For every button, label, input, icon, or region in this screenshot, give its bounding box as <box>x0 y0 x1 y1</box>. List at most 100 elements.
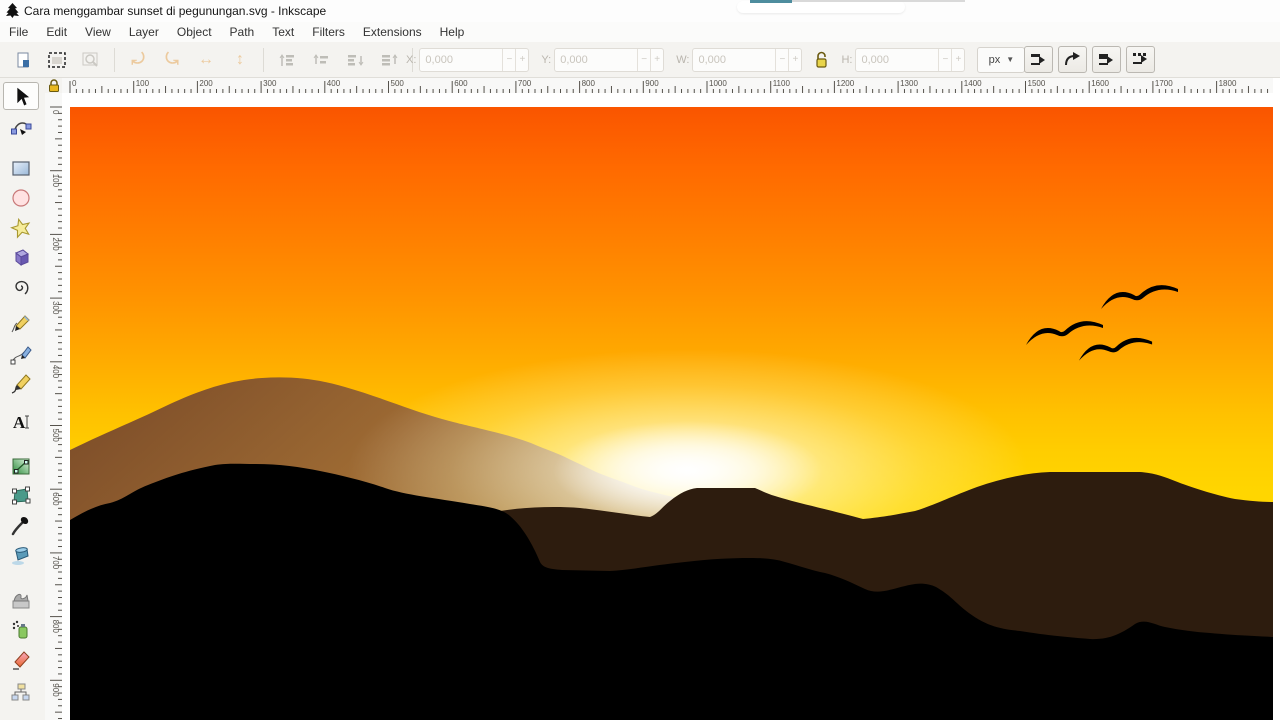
menu-object[interactable]: Object <box>168 23 221 41</box>
rotate-cw-button[interactable]: ⤿ <box>159 47 185 73</box>
svg-text:200: 200 <box>51 237 60 251</box>
svg-text:1800: 1800 <box>1219 79 1237 88</box>
video-progress-bar <box>750 0 792 3</box>
w-input[interactable]: 0,000 − + <box>692 48 802 72</box>
y-minus-button[interactable]: − <box>637 49 650 71</box>
menu-text[interactable]: Text <box>263 23 303 41</box>
menu-extensions[interactable]: Extensions <box>354 23 431 41</box>
h-field-group: H: 0,000 − + <box>841 48 965 72</box>
tool-dropper[interactable] <box>3 512 39 540</box>
menu-edit[interactable]: Edit <box>37 23 76 41</box>
x-plus-button[interactable]: + <box>515 49 528 71</box>
horizontal-ruler[interactable]: 0100200300400500600700800900100011001200… <box>62 78 1273 93</box>
tool-connector[interactable] <box>3 678 39 706</box>
move-patterns-toggle[interactable] <box>1126 46 1155 73</box>
lower-button[interactable] <box>342 47 368 73</box>
zoom-drawing-button[interactable] <box>78 47 104 73</box>
canvas-area[interactable] <box>62 93 1280 720</box>
raise-button[interactable] <box>308 47 334 73</box>
tool-selector[interactable] <box>3 82 39 110</box>
tool-ellipse[interactable] <box>3 184 39 212</box>
scale-stroke-toggle[interactable] <box>1024 46 1053 73</box>
menu-filters[interactable]: Filters <box>303 23 354 41</box>
tool-calligraphy[interactable] <box>3 370 39 398</box>
svg-text:100: 100 <box>136 79 150 88</box>
new-document-button[interactable] <box>10 47 36 73</box>
menu-file[interactable]: File <box>0 23 37 41</box>
tool-text[interactable]: A <box>3 408 39 436</box>
tool-bezier-pen[interactable] <box>3 341 39 369</box>
tool-eraser[interactable] <box>3 646 39 674</box>
y-label: Y: <box>541 54 551 66</box>
svg-text:1700: 1700 <box>1155 79 1173 88</box>
w-minus-button[interactable]: − <box>775 49 788 71</box>
video-progress-track <box>792 0 965 2</box>
flip-horizontal-button[interactable]: ↔ <box>193 47 219 73</box>
svg-text:700: 700 <box>51 556 60 570</box>
h-input[interactable]: 0,000 − + <box>855 48 965 72</box>
y-input[interactable]: 0,000 − + <box>554 48 664 72</box>
x-field-group: X: 0,000 − + <box>406 48 529 72</box>
svg-text:1400: 1400 <box>964 79 982 88</box>
tool-spray[interactable] <box>3 616 39 644</box>
vertical-ruler[interactable]: 0100200300400500600700800900 <box>45 93 62 720</box>
tool-box-3d[interactable] <box>3 243 39 271</box>
lock-guides-button[interactable] <box>45 78 62 93</box>
toolbar-separator <box>263 48 264 72</box>
move-gradients-toggle[interactable] <box>1092 46 1121 73</box>
lower-to-bottom-button[interactable] <box>376 47 402 73</box>
lock-ratio-button[interactable] <box>814 51 829 68</box>
w-plus-button[interactable]: + <box>788 49 801 71</box>
svg-text:500: 500 <box>51 429 60 443</box>
svg-text:500: 500 <box>391 79 405 88</box>
y-plus-button[interactable]: + <box>650 49 663 71</box>
svg-text:800: 800 <box>582 79 596 88</box>
selection-frame-button[interactable] <box>44 47 70 73</box>
scale-corners-toggle[interactable] <box>1058 46 1087 73</box>
x-label: X: <box>406 54 416 66</box>
svg-text:600: 600 <box>454 79 468 88</box>
unit-dropdown[interactable]: px ▼ <box>977 47 1025 73</box>
raise-to-top-button[interactable] <box>274 47 300 73</box>
x-minus-button[interactable]: − <box>502 49 515 71</box>
command-toolbar: ⤾ ⤿ ↔ ↕ X: 0,000 − + Y: <box>0 42 1280 78</box>
tool-star[interactable] <box>3 214 39 242</box>
lock-icon <box>48 79 60 92</box>
menu-view[interactable]: View <box>76 23 120 41</box>
svg-text:1500: 1500 <box>1028 79 1046 88</box>
w-field-group: W: 0,000 − + <box>676 48 802 72</box>
x-input[interactable]: 0,000 − + <box>419 48 529 72</box>
svg-text:600: 600 <box>51 492 60 506</box>
toolbar-separator <box>114 48 115 72</box>
tool-node-editor[interactable] <box>3 112 39 140</box>
sunset-drawing <box>70 107 1273 720</box>
window-title: Cara menggambar sunset di pegunungan.svg… <box>24 4 326 18</box>
tool-paint-bucket[interactable] <box>3 542 39 570</box>
svg-text:300: 300 <box>263 79 277 88</box>
y-field-group: Y: 0,000 − + <box>541 48 664 72</box>
chevron-down-icon: ▼ <box>1006 55 1014 64</box>
svg-text:300: 300 <box>51 301 60 315</box>
h-label: H: <box>841 54 852 66</box>
rotate-ccw-button[interactable]: ⤾ <box>125 47 151 73</box>
tool-rectangle[interactable] <box>3 154 39 182</box>
tool-pencil[interactable] <box>3 310 39 338</box>
svg-text:900: 900 <box>645 79 659 88</box>
svg-text:1000: 1000 <box>709 79 727 88</box>
svg-text:400: 400 <box>327 79 341 88</box>
svg-text:1600: 1600 <box>1091 79 1109 88</box>
h-plus-button[interactable]: + <box>951 49 964 71</box>
menu-layer[interactable]: Layer <box>120 23 168 41</box>
flip-vertical-button[interactable]: ↕ <box>227 47 253 73</box>
tool-mesh-gradient[interactable] <box>3 482 39 510</box>
tool-gradient[interactable] <box>3 452 39 480</box>
tool-spiral[interactable] <box>3 272 39 300</box>
tool-tweak[interactable] <box>3 586 39 614</box>
h-minus-button[interactable]: − <box>938 49 951 71</box>
svg-text:0: 0 <box>72 79 77 88</box>
menu-help[interactable]: Help <box>431 23 474 41</box>
inkscape-logo-icon <box>5 3 20 18</box>
menu-path[interactable]: Path <box>221 23 264 41</box>
svg-text:100: 100 <box>51 174 60 188</box>
open-lock-icon <box>814 51 829 68</box>
